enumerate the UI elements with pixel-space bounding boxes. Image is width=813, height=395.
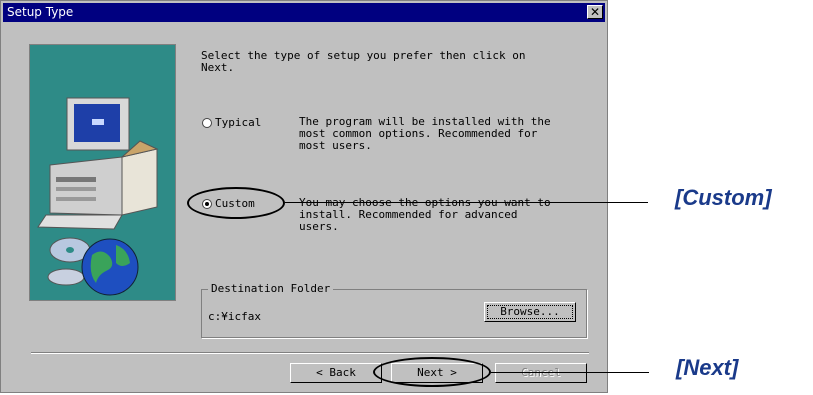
next-callout-line xyxy=(491,372,649,373)
custom-callout-line xyxy=(285,202,648,203)
typical-label[interactable]: Typical xyxy=(215,117,261,129)
separator xyxy=(31,352,589,354)
next-callout-label: [Next] xyxy=(676,355,739,380)
browse-button[interactable]: Browse... xyxy=(484,302,576,322)
destination-path: c:¥icfax xyxy=(208,310,261,323)
custom-callout-label: [Custom] xyxy=(675,185,772,210)
close-icon[interactable]: ✕ xyxy=(587,5,603,19)
back-button[interactable]: < Back xyxy=(290,363,382,383)
typical-radio[interactable] xyxy=(202,118,212,128)
cancel-button[interactable]: Cancel xyxy=(495,363,587,383)
setup-illustration xyxy=(29,44,176,301)
typical-description-3: most users. xyxy=(299,139,372,152)
computer-cd-icon xyxy=(37,97,159,296)
title-bar: Setup Type ✕ xyxy=(3,3,605,22)
custom-highlight-ellipse xyxy=(187,187,285,219)
next-highlight-ellipse xyxy=(373,357,491,387)
instruction-line-1: Select the type of setup you prefer then… xyxy=(201,49,526,62)
window-title: Setup Type xyxy=(7,5,74,19)
destination-folder-label: Destination Folder xyxy=(208,283,334,295)
setup-type-dialog: Setup Type ✕ Select the type of setup yo… xyxy=(0,0,608,393)
custom-description-3: users. xyxy=(299,220,339,233)
instruction-line-2: Next. xyxy=(201,61,235,74)
